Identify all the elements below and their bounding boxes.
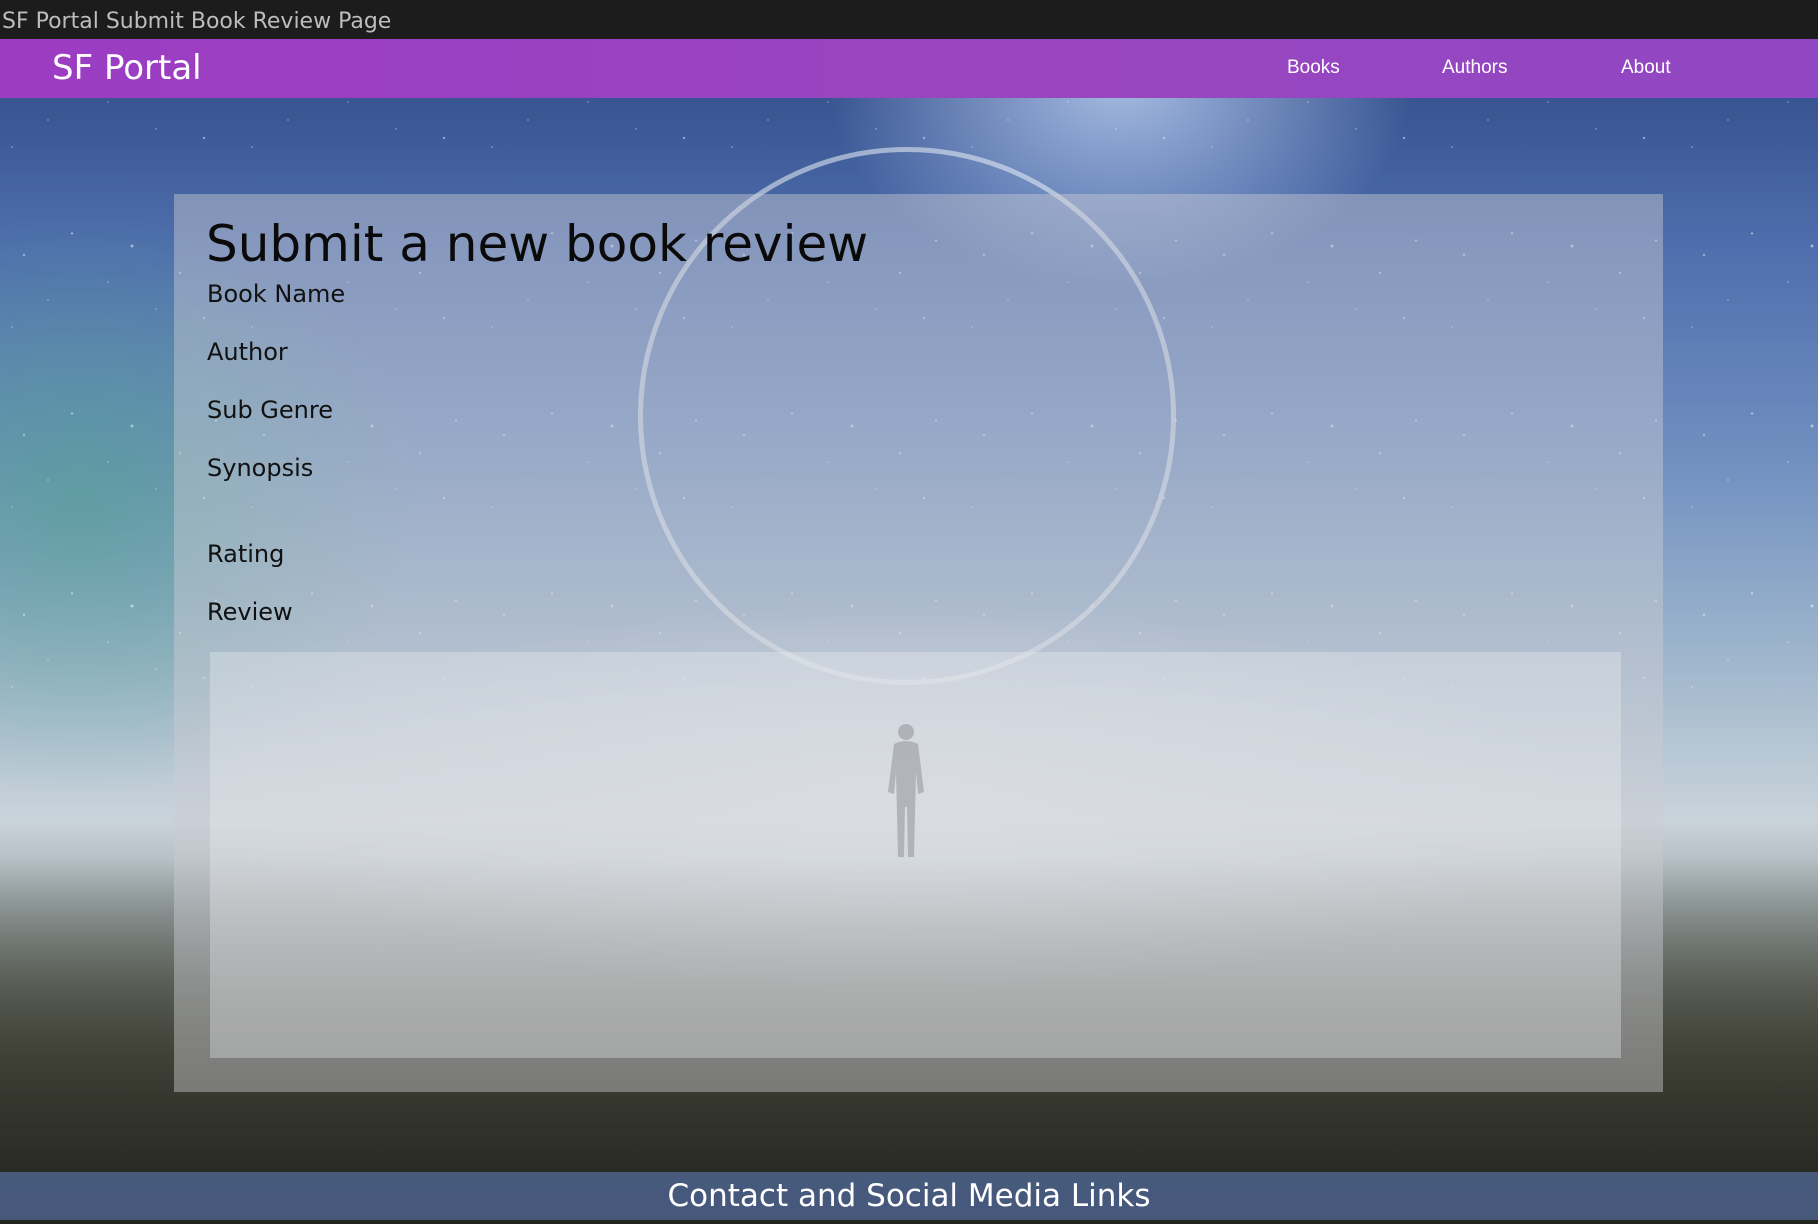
book-name-label: Book Name	[207, 280, 346, 308]
author-label: Author	[207, 338, 288, 366]
review-form-card: Submit a new book review Book Name Autho…	[174, 194, 1663, 1092]
window-title: SF Portal Submit Book Review Page	[0, 0, 1818, 39]
rating-label: Rating	[207, 540, 285, 568]
page-viewport: SF Portal Books Authors About Submit a n…	[0, 39, 1818, 1224]
page-footer: Contact and Social Media Links	[0, 1172, 1818, 1220]
top-navbar: SF Portal Books Authors About	[0, 39, 1818, 98]
sub-genre-label: Sub Genre	[207, 396, 333, 424]
synopsis-label: Synopsis	[207, 454, 314, 482]
review-label: Review	[207, 598, 293, 626]
nav-link-books[interactable]: Books	[1287, 55, 1340, 81]
brand-logo[interactable]: SF Portal	[52, 44, 202, 92]
nav-link-about[interactable]: About	[1621, 55, 1671, 81]
footer-links-text[interactable]: Contact and Social Media Links	[668, 1172, 1151, 1220]
review-textarea[interactable]	[210, 652, 1621, 1058]
nav-link-authors[interactable]: Authors	[1442, 55, 1507, 81]
form-title: Submit a new book review	[206, 215, 869, 273]
